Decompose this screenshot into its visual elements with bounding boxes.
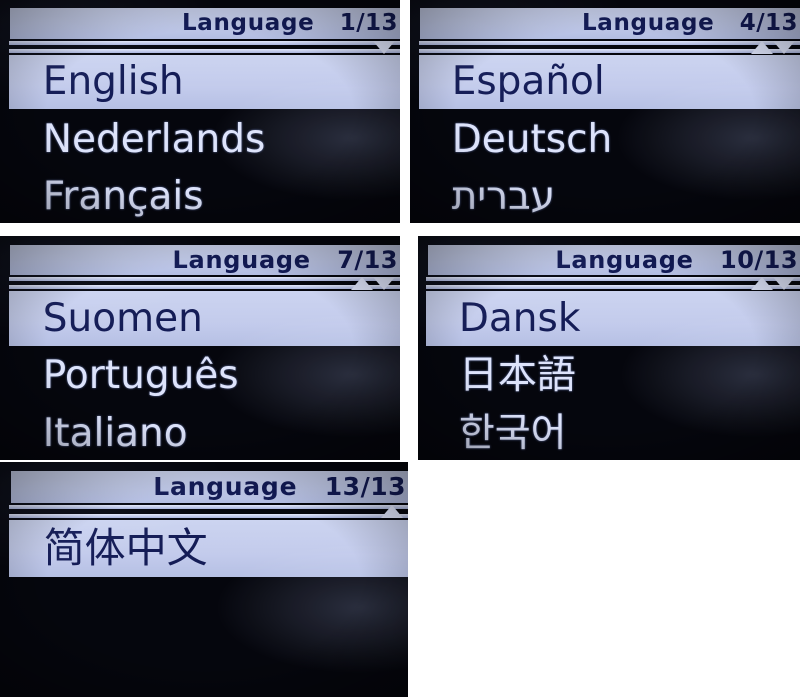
lcd-panel-3: Language 7/13 Suomen Português Italiano: [0, 236, 400, 460]
scroll-up-arrow-icon[interactable]: [751, 40, 774, 54]
lcd-panel-4: Language 10/13 Dansk 日本語 한국어: [418, 236, 800, 460]
header-title: Language: [555, 245, 694, 274]
lcd-panel-2: Language 4/13 Español Deutsch עברית: [410, 0, 800, 223]
panel-header-bar: Language 1/13: [10, 8, 400, 39]
language-list: English Nederlands Français: [8, 54, 400, 223]
lcd-panel-1: Language 1/13 English Nederlands Français: [0, 0, 400, 223]
list-item[interactable]: 日本語: [426, 348, 800, 403]
list-item[interactable]: עברית: [419, 169, 800, 223]
list-item-label: Português: [42, 353, 239, 399]
screenshot-canvas: Language 1/13 English Nederlands Français Lan…: [0, 0, 800, 697]
lcd-panel-5: Language 13/13 简体中文: [0, 462, 408, 697]
scroll-arrows: [751, 39, 796, 56]
list-item-label: Deutsch: [451, 116, 613, 162]
page-counter: 10/13: [720, 245, 798, 274]
page-counter: 13/13: [324, 472, 406, 502]
list-item-label: עברית: [451, 174, 556, 220]
list-item[interactable]: Français: [9, 169, 400, 223]
language-list: Suomen Português Italiano: [8, 290, 400, 460]
header-divider-rules: [426, 277, 800, 290]
list-item-selected[interactable]: Español: [418, 54, 800, 110]
header-title: Language: [172, 245, 311, 274]
list-item-label: Español: [451, 59, 605, 105]
scroll-arrows: [751, 275, 796, 292]
page-counter: 4/13: [739, 10, 798, 37]
scroll-arrows: [373, 39, 396, 56]
list-item[interactable]: Português: [9, 348, 400, 403]
list-item-label: English: [42, 59, 184, 105]
list-item-label: 日本語: [458, 353, 576, 399]
scroll-down-arrow-icon[interactable]: [373, 40, 396, 54]
list-item-label: Italiano: [42, 410, 188, 456]
list-item-selected[interactable]: English: [8, 54, 400, 110]
divider-line: [8, 49, 400, 54]
scroll-up-arrow-icon[interactable]: [751, 277, 774, 291]
scroll-up-arrow-icon[interactable]: [351, 277, 374, 291]
list-item-selected[interactable]: Dansk: [426, 290, 800, 346]
header-title: Language: [581, 10, 715, 37]
list-item-label: Dansk: [458, 295, 581, 341]
list-item-selected[interactable]: Suomen: [8, 290, 400, 346]
header-divider-rules: [8, 277, 400, 290]
language-list: 简体中文: [8, 519, 408, 580]
scroll-arrows: [381, 503, 404, 521]
list-item[interactable]: Deutsch: [419, 112, 800, 167]
list-item[interactable]: Italiano: [9, 406, 400, 460]
divider-line: [8, 285, 400, 290]
scroll-up-arrow-icon[interactable]: [381, 505, 404, 519]
header-divider-rules: [8, 41, 400, 54]
scroll-arrows: [351, 275, 396, 292]
list-item-selected[interactable]: 简体中文: [8, 519, 408, 578]
panel-header-bar: Language 10/13: [427, 244, 800, 275]
panel-header-bar: Language 13/13: [10, 470, 408, 503]
panel-header-bar: Language 4/13: [420, 8, 800, 39]
list-item-label: Suomen: [42, 295, 203, 341]
empty-filler-area: [408, 462, 800, 697]
list-item-label: 한국어: [458, 410, 567, 456]
page-counter: 1/13: [339, 10, 398, 37]
divider-line: [8, 514, 408, 519]
divider-line: [418, 49, 800, 54]
panel-header-bar: Language 7/13: [10, 244, 400, 275]
divider-line: [426, 285, 800, 290]
header-divider-rules: [8, 505, 408, 519]
header-divider-rules: [418, 41, 800, 54]
list-item[interactable]: 한국어: [426, 406, 800, 460]
scroll-down-arrow-icon[interactable]: [773, 40, 796, 54]
list-item-label: Français: [42, 174, 204, 220]
list-item[interactable]: Nederlands: [9, 112, 400, 167]
page-counter: 7/13: [337, 245, 398, 274]
scroll-down-arrow-icon[interactable]: [373, 277, 396, 291]
list-item-label: Nederlands: [42, 116, 266, 162]
language-list: Dansk 日本語 한국어: [426, 290, 800, 460]
header-title: Language: [153, 472, 298, 502]
header-title: Language: [181, 10, 315, 37]
language-list: Español Deutsch עברית: [418, 54, 800, 223]
scroll-down-arrow-icon[interactable]: [773, 277, 796, 291]
list-item-label: 简体中文: [43, 523, 208, 572]
